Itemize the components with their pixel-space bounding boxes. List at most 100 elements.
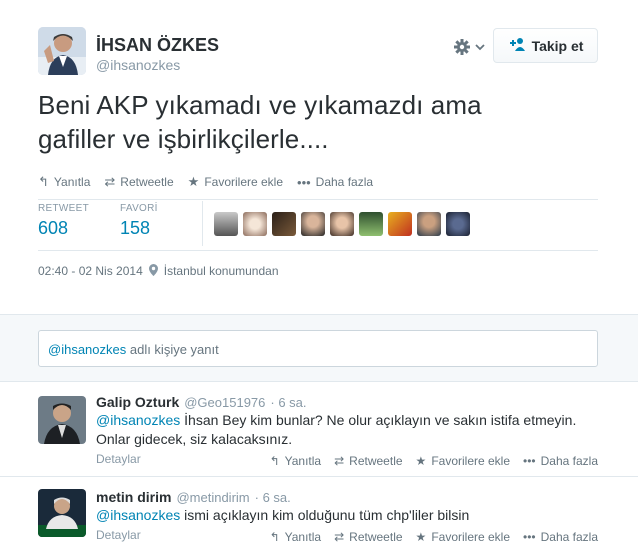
retweet-icon: ⇄ [334,454,345,468]
reply-icon: ↰ [269,530,280,544]
follow-button[interactable]: Takip et [493,28,598,63]
gear-icon [454,39,485,55]
main-tweet: İHSAN ÖZKES @ihsanozkes Takip et Beni AK… [0,0,638,314]
chevron-down-icon [475,44,485,51]
reply-author-username[interactable]: @Geo151976 [184,395,265,410]
retweet-label: Retweetle [349,530,403,544]
reply-text-line1: İhsan Bey kim bunlar? Ne olur açıklayın … [180,412,577,428]
star-icon: ★ [415,454,427,468]
favorite-label: Favorilere ekle [431,454,511,468]
tweet-stats: RETWEET 608 FAVORİ 158 [38,203,202,248]
reply-actions: ↰ Yanıtla ⇄ Retweetle ★ Favorilere ekle •••… [270,454,598,468]
reply-label: Yanıtla [53,175,91,189]
reply-time[interactable]: · 6 sa. [270,395,306,410]
reply-author-username[interactable]: @metindirim [176,490,249,505]
favorite-action[interactable]: ★ Favorilere ekle [416,530,510,544]
author-username[interactable]: @ihsanozkes [96,57,180,73]
favoriter-avatar[interactable] [272,212,296,236]
reply-input-placeholder: adlı kişiye yanıt [126,342,219,357]
star-icon: ★ [187,174,200,189]
favorite-label: Favorilere ekle [431,530,511,544]
tweet-meta: 02:40 - 02 Nis 2014 İstanbul konumundan [38,264,279,279]
reply-avatar[interactable] [38,396,86,444]
tweet-text-line2: gafiller ve işbirlikçilerle.... [38,124,329,154]
stats-separator [202,201,203,246]
tweet-timestamp[interactable]: 02:40 - 02 Nis 2014 [38,264,143,279]
reply-text: @ihsanozkes ismi açıklayın kim olduğunu … [96,506,596,525]
tweet-location[interactable]: İstanbul konumundan [164,264,279,279]
more-dots-icon: ••• [523,530,536,544]
favorite-stat[interactable]: FAVORİ 158 [120,203,202,248]
favoriter-avatars [214,212,470,236]
reply-label: Yanıtla [284,454,322,468]
reply-details-link[interactable]: Detaylar [96,452,141,466]
reply-header: metin dirim @metindirim · 6 sa. [96,489,291,505]
more-label: Daha fazla [315,175,374,189]
reply-item[interactable]: metin dirim @metindirim · 6 sa. @ihsanoz… [0,476,638,546]
retweet-stat-label: RETWEET [38,203,89,214]
retweet-icon: ⇄ [104,174,116,189]
more-action[interactable]: ••• Daha fazla [523,454,598,468]
reply-item[interactable]: Galip Ozturk @Geo151976 · 6 sa. @ihsanoz… [0,381,638,476]
divider [38,250,598,251]
divider [38,199,598,200]
reply-actions: ↰ Yanıtla ⇄ Retweetle ★ Favorilere ekle •••… [270,530,598,544]
favoriter-avatar[interactable] [388,212,412,236]
add-user-icon [508,37,526,54]
more-label: Daha fazla [540,454,598,468]
reply-action[interactable]: ↰ Yanıtla [270,530,322,544]
favoriter-avatar[interactable] [301,212,325,236]
more-action[interactable]: ••• Daha fazla [297,174,373,190]
more-dots-icon: ••• [523,454,536,468]
author-avatar[interactable] [38,27,86,75]
reply-action[interactable]: ↰ Yanıtla [270,454,322,468]
tweet-actions: ↰ Yanıtla ⇄ Retweetle ★ Favorilere ekle •••… [38,174,373,190]
reply-mention[interactable]: @ihsanozkes [96,507,180,523]
location-pin-icon [148,264,158,279]
favorite-label: Favorilere ekle [204,175,284,189]
reply-author-name[interactable]: Galip Ozturk [96,394,179,410]
reply-input-mention: @ihsanozkes [48,342,127,357]
reply-avatar[interactable] [38,489,86,537]
favoriter-avatar[interactable] [359,212,383,236]
favorite-count: 158 [120,218,151,238]
reply-icon: ↰ [38,174,49,189]
favoriter-avatar[interactable] [446,212,470,236]
retweet-icon: ⇄ [334,530,345,544]
reply-input[interactable]: @ihsanozkes adlı kişiye yanıt [38,330,598,367]
favorite-action[interactable]: ★ Favorilere ekle [188,174,283,190]
reply-mention[interactable]: @ihsanozkes [96,412,180,428]
reply-time[interactable]: · 6 sa. [255,490,291,505]
settings-menu[interactable] [452,36,488,58]
reply-text-line1: ismi açıklayın kim olduğunu tüm chp'lile… [180,507,470,523]
favoriter-avatar[interactable] [214,212,238,236]
author-fullname[interactable]: İHSAN ÖZKES [96,35,219,56]
reply-text-line2: Onlar gidecek, siz kalacaksınız. [96,431,293,447]
more-action[interactable]: ••• Daha fazla [523,530,598,544]
reply-label: Yanıtla [284,530,322,544]
retweet-label: Retweetle [120,175,174,189]
retweet-count: 608 [38,218,69,238]
more-dots-icon: ••• [297,174,311,190]
retweet-stat[interactable]: RETWEET 608 [38,203,120,248]
favoriter-avatar[interactable] [417,212,441,236]
favoriter-avatar[interactable] [330,212,354,236]
retweet-action[interactable]: ⇄ Retweetle [104,174,173,190]
retweet-label: Retweetle [349,454,403,468]
retweet-action[interactable]: ⇄ Retweetle [334,454,402,468]
reply-details-link[interactable]: Detaylar [96,528,141,542]
reply-author-name[interactable]: metin dirim [96,489,171,505]
retweet-action[interactable]: ⇄ Retweetle [334,530,402,544]
reply-icon: ↰ [269,454,280,468]
more-label: Daha fazla [540,530,598,544]
tweet-text: Beni AKP yıkamadı ve yıkamazdı ama gafil… [38,88,598,156]
favorite-action[interactable]: ★ Favorilere ekle [416,454,510,468]
star-icon: ★ [415,530,427,544]
favorite-stat-label: FAVORİ [120,203,158,214]
replies-section: @ihsanozkes adlı kişiye yanıt Galip Oztu… [0,314,638,546]
reply-header: Galip Ozturk @Geo151976 · 6 sa. [96,394,307,410]
follow-label: Takip et [531,37,584,54]
favoriter-avatar[interactable] [243,212,267,236]
reply-action[interactable]: ↰ Yanıtla [38,174,90,190]
reply-text: @ihsanozkes İhsan Bey kim bunlar? Ne olu… [96,411,596,449]
